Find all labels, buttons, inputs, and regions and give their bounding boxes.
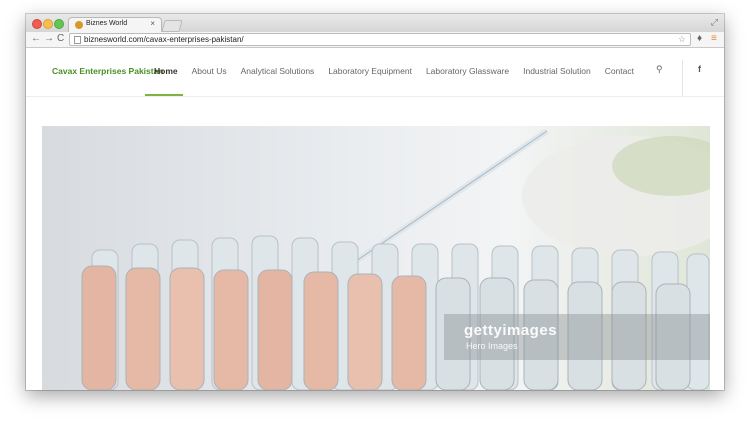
getty-watermark: gettyimages [464, 322, 558, 339]
tab-favicon-icon [75, 21, 83, 29]
test-tubes-illustration [81, 128, 710, 390]
tab-title: Biznes World [86, 20, 128, 27]
extension-icon[interactable]: ♦ [697, 33, 702, 45]
nav-laboratory-glassware[interactable]: Laboratory Glassware [426, 66, 509, 76]
tab-close-icon[interactable]: × [150, 19, 155, 28]
bookmark-star-icon[interactable]: ☆ [678, 34, 686, 45]
facebook-icon[interactable]: f [698, 64, 701, 74]
hero-image: gettyimages Hero Images [42, 126, 710, 390]
minimize-window-button[interactable] [43, 19, 53, 29]
nav-contact[interactable]: Contact [605, 66, 634, 76]
close-window-button[interactable] [32, 19, 42, 29]
title-bar: Biznes World × ⤢ [26, 14, 724, 33]
image-credit: Hero Images [466, 341, 518, 351]
search-icon[interactable]: ⚲ [656, 64, 663, 75]
header-divider [682, 60, 683, 96]
header-border [26, 96, 724, 97]
browser-tab[interactable]: Biznes World × [68, 17, 162, 33]
nav-about-us[interactable]: About Us [192, 66, 227, 76]
site-brand[interactable]: Cavax Enterprises Pakistan [52, 66, 164, 76]
browser-window: Biznes World × ⤢ ← → C biznesworld.com/c… [26, 14, 724, 390]
new-tab-button[interactable] [161, 20, 183, 32]
fullscreen-icon[interactable]: ⤢ [711, 17, 718, 28]
browser-toolbar: ← → C biznesworld.com/cavax-enterprises-… [26, 32, 724, 48]
web-page: Cavax Enterprises Pakistan Home About Us… [26, 48, 724, 390]
maximize-window-button[interactable] [54, 19, 64, 29]
nav-analytical-solutions[interactable]: Analytical Solutions [241, 66, 315, 76]
reload-button[interactable]: C [57, 33, 64, 45]
page-icon [74, 36, 81, 44]
nav-industrial-solution[interactable]: Industrial Solution [523, 66, 591, 76]
address-bar[interactable]: biznesworld.com/cavax-enterprises-pakist… [69, 33, 691, 46]
nav-laboratory-equipment[interactable]: Laboratory Equipment [328, 66, 412, 76]
nav-home[interactable]: Home [154, 66, 178, 76]
forward-button[interactable]: → [44, 33, 54, 45]
url-text[interactable]: biznesworld.com/cavax-enterprises-pakist… [84, 34, 244, 45]
menu-icon[interactable]: ≡ [711, 33, 717, 45]
back-button[interactable]: ← [31, 33, 41, 45]
main-navigation: Home About Us Analytical Solutions Labor… [154, 66, 634, 76]
